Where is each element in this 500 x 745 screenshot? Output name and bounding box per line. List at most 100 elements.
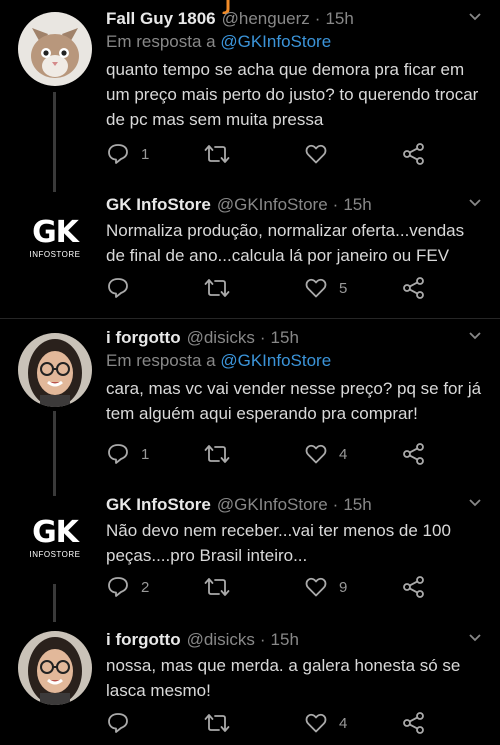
- author-name[interactable]: i forgotto: [106, 629, 181, 651]
- tweet-text: cara, mas vc vai vender nesse preço? pq …: [106, 379, 482, 423]
- chevron-down-icon[interactable]: [468, 331, 482, 341]
- share-button[interactable]: [402, 442, 426, 466]
- reply-icon: [108, 278, 128, 298]
- thread-line: [53, 411, 56, 496]
- like-button[interactable]: 9: [304, 575, 347, 599]
- like-count: 9: [339, 578, 348, 596]
- reply-context: Em resposta a @GKInfoStore: [106, 31, 484, 53]
- reply-context: Em resposta a @GKInfoStore: [106, 350, 484, 372]
- share-button[interactable]: [402, 575, 426, 599]
- tweet[interactable]: GK INFOSTORE GK InfoStore @GKInfoStore ·…: [0, 190, 500, 316]
- reply-prefix: Em resposta a: [106, 351, 216, 370]
- tweet-text: Normaliza produção, normalizar oferta...…: [106, 221, 465, 265]
- chevron-down-icon[interactable]: [468, 633, 482, 643]
- share-button[interactable]: [402, 142, 426, 166]
- share-button[interactable]: [402, 711, 426, 735]
- reply-button[interactable]: 1: [106, 442, 149, 466]
- thread-line: [53, 92, 56, 192]
- reply-icon: [108, 577, 128, 597]
- avatar[interactable]: [18, 333, 92, 407]
- tweet-actions: 1 4: [106, 442, 426, 468]
- retweet-button[interactable]: [204, 711, 241, 735]
- like-count: 4: [339, 714, 348, 732]
- avatar[interactable]: GK INFOSTORE: [18, 202, 92, 276]
- like-button[interactable]: 4: [304, 442, 347, 466]
- reply-handle-link[interactable]: @GKInfoStore: [220, 32, 331, 51]
- separator: ·: [259, 630, 266, 649]
- like-button[interactable]: 4: [304, 711, 347, 735]
- cat-avatar-icon: [18, 12, 92, 86]
- gk-logo-mark: GK: [32, 215, 79, 250]
- reply-button[interactable]: 2: [106, 575, 149, 599]
- tweet-header: GK InfoStore @GKInfoStore · 15h: [106, 494, 484, 516]
- tweet[interactable]: i forgotto @disicks · 15h Em resposta a …: [0, 319, 500, 496]
- heart-icon: [305, 278, 327, 298]
- chevron-down-icon[interactable]: [468, 12, 482, 22]
- heart-icon: [305, 577, 327, 597]
- reply-handle-link[interactable]: @GKInfoStore: [220, 351, 331, 370]
- tweet-header: Fall Guy 1806 @henguerz · 15h: [106, 8, 484, 30]
- like-button[interactable]: 5: [304, 276, 347, 300]
- like-button[interactable]: [304, 142, 339, 166]
- heart-icon: [305, 713, 327, 733]
- chevron-down-icon[interactable]: [468, 198, 482, 208]
- share-icon: [403, 712, 424, 734]
- avatar[interactable]: [18, 631, 92, 705]
- tweet-actions: 4: [106, 711, 426, 737]
- retweet-icon: [204, 445, 230, 463]
- like-count: 5: [339, 279, 348, 297]
- tweet-header: i forgotto @disicks · 15h: [106, 629, 484, 651]
- author-handle[interactable]: @disicks: [187, 629, 255, 651]
- tweet[interactable]: GK INFOSTORE GK InfoStore @GKInfoStore ·…: [0, 490, 500, 622]
- share-icon: [403, 277, 424, 299]
- timestamp[interactable]: 15h: [325, 8, 353, 30]
- gk-logo-subtitle: INFOSTORE: [29, 550, 81, 559]
- person-avatar-icon: [18, 631, 92, 705]
- tweet-actions: 5: [106, 276, 426, 302]
- timestamp[interactable]: 15h: [271, 327, 299, 349]
- author-name[interactable]: Fall Guy 1806: [106, 8, 216, 30]
- retweet-button[interactable]: [204, 276, 241, 300]
- tweet-text: Não devo nem receber...vai ter menos de …: [106, 521, 451, 565]
- author-name[interactable]: i forgotto: [106, 327, 181, 349]
- author-name[interactable]: GK InfoStore: [106, 494, 211, 516]
- author-handle[interactable]: @GKInfoStore: [217, 194, 328, 216]
- retweet-button[interactable]: [204, 142, 241, 166]
- tweet-actions: 1: [106, 142, 426, 168]
- share-button[interactable]: [402, 276, 426, 300]
- tweet-header: GK InfoStore @GKInfoStore · 15h: [106, 194, 484, 216]
- author-handle[interactable]: @henguerz: [222, 8, 310, 30]
- retweet-icon: [204, 714, 230, 732]
- tweet[interactable]: Fall Guy 1806 @henguerz · 15h Em respost…: [0, 0, 500, 192]
- reply-button[interactable]: 1: [106, 142, 149, 166]
- timestamp[interactable]: 15h: [343, 494, 371, 516]
- avatar[interactable]: GK INFOSTORE: [18, 502, 92, 576]
- reply-count: 2: [141, 578, 150, 596]
- gk-logo-subtitle: INFOSTORE: [29, 250, 81, 259]
- avatar[interactable]: [18, 12, 92, 86]
- reply-button[interactable]: [106, 711, 141, 735]
- author-name[interactable]: GK InfoStore: [106, 194, 211, 216]
- separator: ·: [314, 9, 321, 28]
- tweet[interactable]: i forgotto @disicks · 15h nossa, mas que…: [0, 615, 500, 745]
- chevron-down-icon[interactable]: [468, 498, 482, 508]
- like-count: 4: [339, 445, 348, 463]
- retweet-button[interactable]: [204, 575, 241, 599]
- person-avatar-icon: [18, 333, 92, 407]
- retweet-icon: [204, 145, 230, 163]
- timestamp[interactable]: 15h: [343, 194, 371, 216]
- timestamp[interactable]: 15h: [271, 629, 299, 651]
- separator: ·: [332, 195, 339, 214]
- retweet-button[interactable]: [204, 442, 241, 466]
- share-icon: [403, 443, 424, 465]
- retweet-icon: [204, 578, 230, 596]
- tweet-text: quanto tempo se acha que demora pra fica…: [106, 60, 479, 129]
- author-handle[interactable]: @GKInfoStore: [217, 494, 328, 516]
- reply-count: 1: [141, 445, 150, 463]
- reply-icon: [108, 444, 128, 464]
- separator: ·: [259, 328, 266, 347]
- tweet-text: nossa, mas que merda. a galera honesta s…: [106, 656, 461, 700]
- reply-button[interactable]: [106, 276, 141, 300]
- reply-count: 1: [141, 145, 150, 163]
- author-handle[interactable]: @disicks: [187, 327, 255, 349]
